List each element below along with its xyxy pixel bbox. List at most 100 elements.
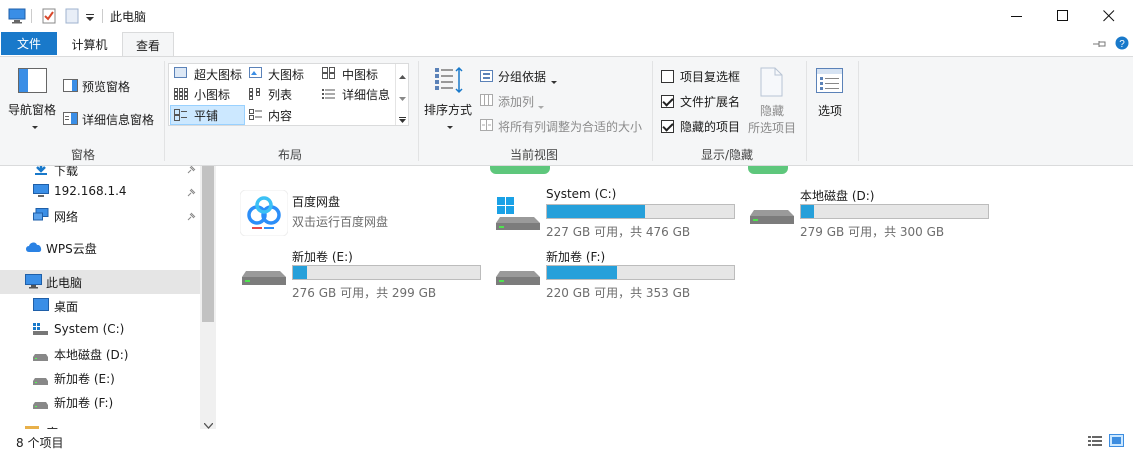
nav-scrollbar-thumb[interactable] [202,166,214,322]
pin-icon[interactable] [186,211,196,225]
close-button[interactable] [1086,0,1132,31]
item-checkboxes-checkbox[interactable] [661,70,674,83]
details-pane-icon[interactable] [63,112,79,129]
title-bar: 此电脑 [0,0,1133,31]
sort-by-button[interactable]: 排序方式 [422,63,476,131]
nav-item-volume-f[interactable]: 新加卷 (F:) [0,390,200,414]
nav-item-system-c[interactable]: System (C:) [0,318,200,342]
tile-subtitle: 双击运行百度网盘 [292,215,389,229]
drive-usage-bar [546,204,735,219]
windows-drive-icon [494,197,544,234]
nav-item-label: System (C:) [54,322,125,336]
properties-icon[interactable] [41,8,57,27]
scrolled-out-tiles [490,166,550,174]
drive-space-info: 279 GB 可用，共 300 GB [800,225,945,239]
customize-qat-icon[interactable] [86,11,95,25]
layout-details[interactable]: 详细信息 [342,86,390,103]
nav-item-label: 此电脑 [46,276,83,290]
item-checkboxes-label[interactable]: 项目复选框 [680,68,740,85]
group-by-icon[interactable] [480,70,494,86]
layout-list[interactable]: 列表 [268,86,292,103]
pin-icon[interactable] [186,187,196,201]
sort-by-icon [434,66,464,99]
chevron-down-icon [32,119,39,133]
nav-item-wps-cloud[interactable]: WPS云盘 [0,236,200,260]
options-button[interactable]: 选项 [810,63,852,123]
nav-item-label: 库 [46,424,58,429]
drive-usage-bar [292,265,481,280]
drive-icon [494,269,544,292]
nav-item-label: 本地磁盘 (D:) [54,348,129,362]
group-label-show-hide: 显示/隐藏 [701,148,754,162]
status-bar: 8 个项目 [0,430,1133,454]
nav-pane-button[interactable]: 导航窗格 [6,63,62,129]
nav-item-network-pc[interactable]: 192.168.1.4 [0,180,200,204]
tile-name: System (C:) [546,187,617,201]
nav-item-libraries[interactable]: 库 [0,420,200,429]
options-label: 选项 [818,104,843,118]
minimize-button[interactable] [994,0,1040,31]
this-pc-icon [25,274,42,292]
pin-icon[interactable] [186,166,196,178]
group-by-button[interactable]: 分组依据 [498,68,546,85]
layout-scroll[interactable] [395,64,408,125]
drive-usage-fill [547,205,645,218]
medium-icons-icon [322,67,336,82]
details-view-icon[interactable] [1088,435,1104,450]
tile-drive-e[interactable]: 新加卷 (E:) 276 GB 可用，共 299 GB [238,247,488,300]
nav-item-local-d[interactable]: 本地磁盘 (D:) [0,342,200,366]
tile-name: 本地磁盘 (D:) [800,189,875,203]
hide-selected-button[interactable]: 隐藏 所选项目 [744,63,802,135]
computer-icon[interactable] [8,8,26,27]
tile-drive-f[interactable]: 新加卷 (F:) 220 GB 可用，共 353 GB [492,247,742,300]
nav-item-label: 新加卷 (F:) [54,396,114,410]
new-folder-icon[interactable] [65,8,79,27]
layout-small[interactable]: 小图标 [194,86,230,103]
tile-drive-c[interactable]: System (C:) 227 GB 可用，共 476 GB [492,186,742,239]
file-extensions-checkbox[interactable] [661,95,674,108]
tile-baidu-netdisk[interactable]: 百度网盘 双击运行百度网盘 [236,188,466,238]
expand-gallery-icon[interactable] [399,112,406,126]
nav-item-desktop[interactable]: 桌面 [0,294,200,318]
hidden-items-checkbox[interactable] [661,120,674,133]
layout-medium[interactable]: 中图标 [342,66,378,83]
scroll-down-icon[interactable] [399,90,406,104]
drive-usage-fill [801,205,815,218]
details-pane-button[interactable]: 详细信息窗格 [82,111,154,128]
nav-item-this-pc[interactable]: 此电脑 [0,270,200,294]
list-icon [249,88,263,103]
scroll-down-icon[interactable] [203,418,214,429]
drive-usage-bar [800,204,989,219]
size-all-columns-button[interactable]: 将所有列调整为合适的大小 [498,118,642,135]
scroll-up-icon[interactable] [399,68,406,82]
layout-content[interactable]: 内容 [268,107,292,124]
ribbon: 导航窗格 预览窗格 详细信息窗格 窗格 超大图标 大图标 中图标 小图标 列表 … [0,56,1133,166]
tab-file[interactable]: 文件 [1,32,57,55]
help-icon[interactable]: ? [1115,36,1129,53]
preview-pane-button[interactable]: 预览窗格 [82,78,130,95]
hidden-items-label[interactable]: 隐藏的项目 [680,118,740,135]
options-icon [816,68,844,97]
nav-item-network[interactable]: 网络 [0,204,200,228]
drive-icon [33,375,49,389]
layout-extra-large[interactable]: 超大图标 [194,66,242,83]
pin-ribbon-icon[interactable] [1093,38,1107,52]
content-area: 百度网盘 双击运行百度网盘 System (C:) 227 GB 可用，共 47… [216,166,1133,430]
large-icons-view-icon[interactable] [1109,434,1125,451]
tab-view[interactable]: 查看 [122,32,174,57]
file-extensions-label[interactable]: 文件扩展名 [680,93,740,110]
hide-selected-label-2: 所选项目 [748,121,797,135]
content-icon [249,109,263,124]
drive-usage-fill [547,266,618,279]
add-columns-button[interactable]: 添加列 [498,93,534,110]
nav-item-volume-e[interactable]: 新加卷 (E:) [0,366,200,390]
tab-computer[interactable]: 计算机 [60,32,119,56]
layout-large[interactable]: 大图标 [268,66,304,83]
preview-pane-icon[interactable] [63,79,79,96]
drive-space-info: 227 GB 可用，共 476 GB [546,225,691,239]
tile-drive-d[interactable]: 本地磁盘 (D:) 279 GB 可用，共 300 GB [746,186,996,239]
navigation-pane: 下载 192.168.1.4 网络 WPS云盘 此电脑 桌面 System (C… [0,166,216,429]
layout-tiles[interactable]: 平铺 [194,107,218,124]
maximize-button[interactable] [1040,0,1086,31]
drive-space-info: 276 GB 可用，共 299 GB [292,286,437,300]
